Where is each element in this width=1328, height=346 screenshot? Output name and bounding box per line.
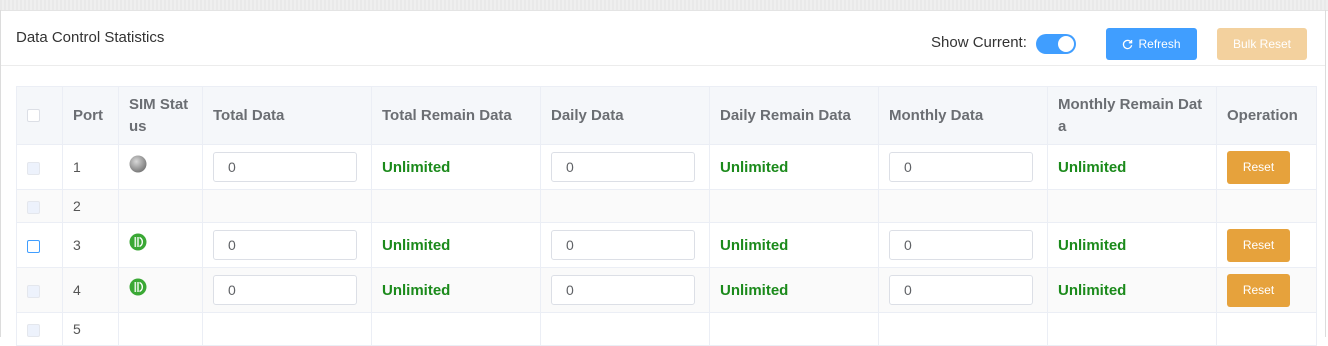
- monthly-data-input[interactable]: 0: [889, 230, 1033, 260]
- daily-remain-value: Unlimited: [720, 158, 789, 176]
- row-checkbox[interactable]: [27, 200, 40, 214]
- total-data-input[interactable]: 0: [213, 152, 357, 182]
- panel-left-border: [0, 10, 1, 337]
- port-cell: 2: [62, 189, 119, 223]
- table-row: 4 0 Unlimited 0 Unlimited 0 Unlimited Re…: [16, 267, 1317, 313]
- header-divider: [1, 65, 1325, 66]
- col-operation: Operation: [1216, 86, 1317, 145]
- port-cell: 4: [62, 267, 119, 313]
- table-header-row: Port SIM Stat us Total Data Total Remain …: [16, 86, 1317, 145]
- top-bar: [0, 0, 1328, 11]
- toggle-knob: [1058, 36, 1074, 52]
- col-sim-status-line2: us: [129, 117, 147, 135]
- port-cell: 5: [62, 312, 119, 346]
- col-monthly-data: Monthly Data: [878, 86, 1048, 145]
- port-cell: 3: [62, 222, 119, 268]
- daily-remain-value: Unlimited: [720, 281, 789, 299]
- row-checkbox[interactable]: [27, 161, 40, 175]
- col-sim-status-line1: SIM Stat: [129, 95, 189, 113]
- daily-data-input[interactable]: 0: [551, 152, 695, 182]
- select-all-checkbox[interactable]: [27, 109, 40, 123]
- reset-button[interactable]: Reset: [1227, 273, 1290, 307]
- total-remain-value: Unlimited: [382, 158, 451, 176]
- refresh-label: Refresh: [1138, 37, 1181, 51]
- sim-status-grey-icon: [129, 155, 147, 173]
- total-remain-value: Unlimited: [382, 281, 451, 299]
- col-daily-data: Daily Data: [540, 86, 710, 145]
- row-checkbox[interactable]: [27, 284, 40, 298]
- col-monthly-remain-line2: a: [1058, 117, 1067, 135]
- refresh-button[interactable]: Refresh: [1106, 28, 1197, 60]
- col-sim-status: SIM Stat us: [118, 86, 203, 145]
- bulk-reset-button[interactable]: Bulk Reset: [1217, 28, 1307, 60]
- col-total-remain: Total Remain Data: [371, 86, 541, 145]
- total-remain-value: Unlimited: [382, 236, 451, 254]
- row-checkbox[interactable]: [27, 239, 40, 253]
- panel-right-border: [1325, 10, 1326, 337]
- total-data-input[interactable]: 0: [213, 275, 357, 305]
- show-current-label: Show Current:: [931, 34, 1027, 51]
- select-all-cell: [16, 86, 63, 145]
- row-checkbox[interactable]: [27, 323, 40, 337]
- reset-button[interactable]: Reset: [1227, 228, 1290, 262]
- table-row: 1 0 Unlimited 0 Unlimited 0 Unlimited Re…: [16, 144, 1317, 190]
- panel-title: Data Control Statistics: [16, 29, 165, 46]
- col-monthly-remain-line1: Monthly Remain Dat: [1058, 95, 1203, 113]
- col-port: Port: [62, 86, 119, 145]
- monthly-remain-value: Unlimited: [1058, 236, 1127, 254]
- col-daily-remain: Daily Remain Data: [709, 86, 879, 145]
- refresh-icon: [1123, 39, 1133, 49]
- col-total-data: Total Data: [202, 86, 372, 145]
- port-cell: 1: [62, 144, 119, 190]
- daily-data-input[interactable]: 0: [551, 275, 695, 305]
- monthly-remain-value: Unlimited: [1058, 281, 1127, 299]
- col-monthly-remain: Monthly Remain Dat a: [1047, 86, 1217, 145]
- table-row: 2: [16, 189, 1317, 223]
- reset-button[interactable]: Reset: [1227, 150, 1290, 184]
- monthly-remain-value: Unlimited: [1058, 158, 1127, 176]
- data-stats-table: Port SIM Stat us Total Data Total Remain …: [16, 86, 1317, 346]
- monthly-data-input[interactable]: 0: [889, 152, 1033, 182]
- table-row: 5: [16, 312, 1317, 346]
- total-data-input[interactable]: 0: [213, 230, 357, 260]
- monthly-data-input[interactable]: 0: [889, 275, 1033, 305]
- show-current-toggle[interactable]: [1036, 34, 1076, 54]
- table-row: 3 0 Unlimited 0 Unlimited 0 Unlimited Re…: [16, 222, 1317, 268]
- daily-remain-value: Unlimited: [720, 236, 789, 254]
- daily-data-input[interactable]: 0: [551, 230, 695, 260]
- sim-status-green-icon: [129, 278, 147, 296]
- sim-status-green-icon: [129, 233, 147, 251]
